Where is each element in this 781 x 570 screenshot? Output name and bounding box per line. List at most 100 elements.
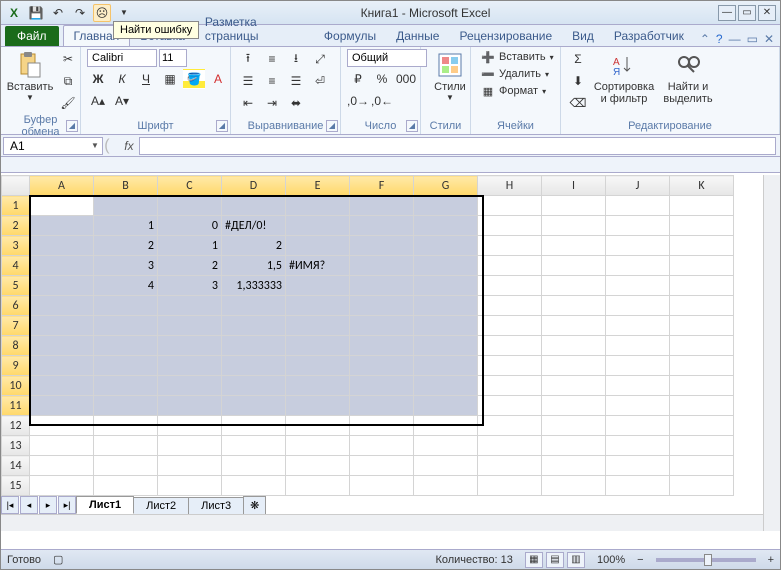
tab-data[interactable]: Данные xyxy=(386,26,449,46)
cell-E10[interactable] xyxy=(286,376,350,396)
row-header-8[interactable]: 8 xyxy=(2,336,30,356)
cell-E11[interactable] xyxy=(286,396,350,416)
font-color-button[interactable]: A xyxy=(207,69,229,89)
align-right-icon[interactable]: ☰ xyxy=(285,71,307,91)
cell-F15[interactable] xyxy=(350,476,414,496)
sheet-nav-first[interactable]: |◂ xyxy=(1,496,19,514)
cell-H7[interactable] xyxy=(478,316,542,336)
col-header-H[interactable]: H xyxy=(478,176,542,196)
tab-formulas[interactable]: Формулы xyxy=(314,26,386,46)
col-header-C[interactable]: C xyxy=(158,176,222,196)
italic-button[interactable]: К xyxy=(111,69,133,89)
formula-bar[interactable] xyxy=(139,137,776,155)
cut-icon[interactable]: ✂ xyxy=(57,49,79,69)
cell-J10[interactable] xyxy=(606,376,670,396)
copy-icon[interactable]: ⧉ xyxy=(57,71,79,91)
cell-E5[interactable] xyxy=(286,276,350,296)
col-header-D[interactable]: D xyxy=(222,176,286,196)
cell-G3[interactable] xyxy=(414,236,478,256)
cell-H10[interactable] xyxy=(478,376,542,396)
close-button[interactable]: ✕ xyxy=(758,5,776,21)
number-launcher[interactable]: ◢ xyxy=(406,120,418,132)
cell-A2[interactable] xyxy=(30,216,94,236)
cell-E1[interactable] xyxy=(286,196,350,216)
currency-icon[interactable]: ₽ xyxy=(347,69,369,89)
grow-font-icon[interactable]: A▴ xyxy=(87,91,109,111)
cell-G14[interactable] xyxy=(414,456,478,476)
cell-J9[interactable] xyxy=(606,356,670,376)
save-icon[interactable]: 💾 xyxy=(27,4,45,22)
fx-icon[interactable]: fx xyxy=(121,139,137,153)
cell-C6[interactable] xyxy=(158,296,222,316)
cell-A11[interactable] xyxy=(30,396,94,416)
sheet-nav-last[interactable]: ▸| xyxy=(58,496,76,514)
cell-F7[interactable] xyxy=(350,316,414,336)
vertical-scrollbar[interactable] xyxy=(763,175,780,531)
cell-A14[interactable] xyxy=(30,456,94,476)
cell-F14[interactable] xyxy=(350,456,414,476)
cell-D7[interactable] xyxy=(222,316,286,336)
tab-developer[interactable]: Разработчик xyxy=(604,26,694,46)
cell-G11[interactable] xyxy=(414,396,478,416)
cell-I5[interactable] xyxy=(542,276,606,296)
align-middle-icon[interactable]: ≡ xyxy=(261,49,283,69)
cell-H9[interactable] xyxy=(478,356,542,376)
cell-G1[interactable] xyxy=(414,196,478,216)
cell-G6[interactable] xyxy=(414,296,478,316)
cell-C1[interactable] xyxy=(158,196,222,216)
cell-H13[interactable] xyxy=(478,436,542,456)
ribbon-minimize-icon[interactable]: ⌃ xyxy=(700,32,710,46)
cell-I3[interactable] xyxy=(542,236,606,256)
cell-E2[interactable] xyxy=(286,216,350,236)
cell-K14[interactable] xyxy=(670,456,734,476)
cell-F6[interactable] xyxy=(350,296,414,316)
cell-C9[interactable] xyxy=(158,356,222,376)
new-sheet-button[interactable]: ❋ xyxy=(243,496,266,514)
col-header-G[interactable]: G xyxy=(414,176,478,196)
cell-B8[interactable] xyxy=(94,336,158,356)
col-header-K[interactable]: K xyxy=(670,176,734,196)
cell-A12[interactable] xyxy=(30,416,94,436)
namebox-dropdown-icon[interactable]: ▼ xyxy=(91,141,99,150)
cell-B13[interactable] xyxy=(94,436,158,456)
maximize-button[interactable]: ▭ xyxy=(738,5,756,21)
cell-B6[interactable] xyxy=(94,296,158,316)
align-center-icon[interactable]: ≡ xyxy=(261,71,283,91)
cell-I6[interactable] xyxy=(542,296,606,316)
row-header-14[interactable]: 14 xyxy=(2,456,30,476)
cell-B11[interactable] xyxy=(94,396,158,416)
cell-A1[interactable] xyxy=(30,196,94,216)
macro-record-icon[interactable]: ▢ xyxy=(53,553,63,566)
cell-F8[interactable] xyxy=(350,336,414,356)
row-header-1[interactable]: 1 xyxy=(2,196,30,216)
cell-E15[interactable] xyxy=(286,476,350,496)
cell-K12[interactable] xyxy=(670,416,734,436)
percent-icon[interactable]: % xyxy=(371,69,393,89)
cell-F4[interactable] xyxy=(350,256,414,276)
cell-E14[interactable] xyxy=(286,456,350,476)
sheet-nav-prev[interactable]: ◂ xyxy=(20,496,38,514)
cell-D4[interactable]: 1,5 xyxy=(222,256,286,276)
cell-I4[interactable] xyxy=(542,256,606,276)
cell-B3[interactable]: 2 xyxy=(94,236,158,256)
cell-J8[interactable] xyxy=(606,336,670,356)
cell-E9[interactable] xyxy=(286,356,350,376)
cell-G15[interactable] xyxy=(414,476,478,496)
align-top-icon[interactable]: ⭱ xyxy=(237,49,259,69)
cell-C5[interactable]: 3 xyxy=(158,276,222,296)
zoom-out-button[interactable]: − xyxy=(637,554,643,566)
cell-A4[interactable] xyxy=(30,256,94,276)
col-header-A[interactable]: A xyxy=(30,176,94,196)
cell-J2[interactable] xyxy=(606,216,670,236)
cell-B12[interactable] xyxy=(94,416,158,436)
cell-I7[interactable] xyxy=(542,316,606,336)
cell-D3[interactable]: 2 xyxy=(222,236,286,256)
cell-A10[interactable] xyxy=(30,376,94,396)
find-select-button[interactable]: Найти и выделить xyxy=(659,49,717,105)
cell-A3[interactable] xyxy=(30,236,94,256)
cell-G7[interactable] xyxy=(414,316,478,336)
cell-A8[interactable] xyxy=(30,336,94,356)
undo-icon[interactable]: ↶ xyxy=(49,4,67,22)
cell-E8[interactable] xyxy=(286,336,350,356)
cell-J6[interactable] xyxy=(606,296,670,316)
